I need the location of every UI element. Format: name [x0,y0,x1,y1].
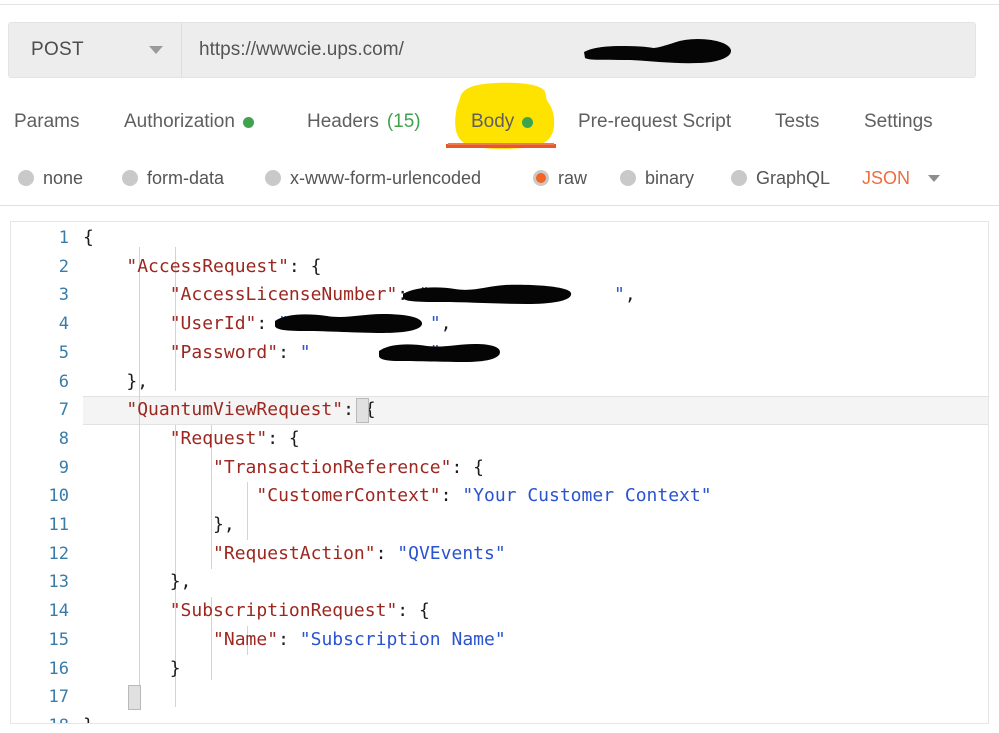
code-line: "RequestAction": "QVEvents" [213,542,506,564]
radio-selected-icon [533,170,549,186]
line-number: 8 [58,428,69,449]
body-type-raw[interactable]: raw [533,160,587,196]
raw-body-editor[interactable]: 1 2 3 4 5 6 7 8 9 10 11 12 13 14 15 16 1… [10,221,989,724]
code-line: "QuantumViewRequest": { [126,399,376,421]
line-number: 14 [48,601,69,622]
request-tabs: Params Authorization Headers (15) Body P… [0,98,999,146]
http-method-label: POST [31,39,84,60]
code-line: "SubscriptionRequest": { [169,600,430,622]
tab-body[interactable]: Body [471,98,534,146]
code-line: "UserId": " ", [169,313,452,335]
code-line: "AccessLicenseNumber": " ", [169,284,636,306]
url-input[interactable]: https://wwwcie.ups.com/ [182,23,975,77]
tab-body-label: Body [471,111,515,132]
line-number: 7 [58,400,69,421]
body-type-binary-label: binary [645,167,695,188]
line-number: 17 [48,687,69,708]
http-method-dropdown[interactable]: POST [9,23,182,77]
code-line: "TransactionReference": { [213,456,484,478]
line-number: 5 [58,342,69,363]
tab-params[interactable]: Params [14,98,79,146]
body-format-dropdown[interactable]: JSON [862,160,941,196]
tab-tests[interactable]: Tests [775,98,819,146]
line-number: 16 [48,658,69,679]
code-line: "Name": "Subscription Name" [213,628,506,650]
code-line: }, [213,514,235,535]
code-line: { [83,227,94,248]
top-divider [0,4,999,5]
tab-authorization[interactable]: Authorization [124,98,254,146]
tab-pre-request-script[interactable]: Pre-request Script [578,98,731,146]
line-number: 2 [58,256,69,277]
chevron-down-icon [149,46,163,54]
body-format-label: JSON [862,167,911,188]
line-number: 12 [48,543,69,564]
body-type-none[interactable]: none [18,160,83,196]
line-number: 15 [48,629,69,650]
bracket-match-highlight [128,685,141,710]
tab-params-label: Params [14,111,80,132]
code-line: }, [126,370,149,392]
code-line: "Password": " " [169,341,441,363]
tab-settings-label: Settings [864,111,933,132]
line-number: 1 [58,228,69,248]
code-line: "CustomerContext": "Your Customer Contex… [256,485,712,507]
code-line: }, [169,571,192,593]
body-type-form-data[interactable]: form-data [122,160,224,196]
line-number-gutter: 1 2 3 4 5 6 7 8 9 10 11 12 13 14 15 16 1… [11,222,83,723]
radio-icon [18,170,34,186]
postman-request-builder: POST https://wwwcie.ups.com/ Params Auth… [0,0,999,733]
code-line: "Request": { [169,427,300,449]
status-dot-icon [522,116,534,128]
code-line: "AccessRequest": { [126,255,322,277]
headers-count-badge: (15) [386,111,421,132]
body-type-raw-label: raw [558,167,588,188]
url-redaction-marker [584,39,731,64]
code-line: } [83,683,988,712]
line-number: 4 [58,314,69,335]
line-number: 13 [48,572,69,593]
body-type-options: none form-data x-www-form-urlencoded raw… [0,160,999,196]
line-number: 10 [48,486,69,507]
tab-headers-label: Headers [307,111,379,132]
line-number: 3 [58,285,69,306]
body-type-none-label: none [43,167,84,188]
section-divider [0,205,999,206]
body-type-graphql-label: GraphQL [756,167,831,188]
line-number: 6 [58,371,69,392]
radio-icon [731,170,747,186]
tab-headers[interactable]: Headers (15) [307,98,421,146]
line-number: 11 [48,515,69,535]
tab-settings[interactable]: Settings [864,98,933,146]
radio-icon [122,170,138,186]
tab-authorization-label: Authorization [124,111,235,132]
tab-pre-request-script-label: Pre-request Script [578,111,732,132]
url-text: https://wwwcie.ups.com/ [199,39,404,60]
line-number: 18 [11,712,83,723]
body-type-binary[interactable]: binary [620,160,694,196]
code-content[interactable]: { "AccessRequest": { "AccessLicenseNumbe… [83,222,988,723]
radio-icon [265,170,281,186]
body-type-x-www-form-urlencoded[interactable]: x-www-form-urlencoded [265,160,481,196]
line-number: 9 [58,457,69,478]
request-url-bar: POST https://wwwcie.ups.com/ [8,22,976,78]
code-line: } [83,712,988,723]
tab-tests-label: Tests [775,111,820,132]
status-dot-icon [242,116,254,128]
body-type-graphql[interactable]: GraphQL [731,160,830,196]
body-type-form-data-label: form-data [147,167,225,188]
bracket-match-highlight [356,398,369,423]
body-type-x-www-form-urlencoded-label: x-www-form-urlencoded [290,167,482,188]
code-line: } [169,657,181,679]
radio-icon [620,170,636,186]
chevron-down-icon [928,174,941,182]
